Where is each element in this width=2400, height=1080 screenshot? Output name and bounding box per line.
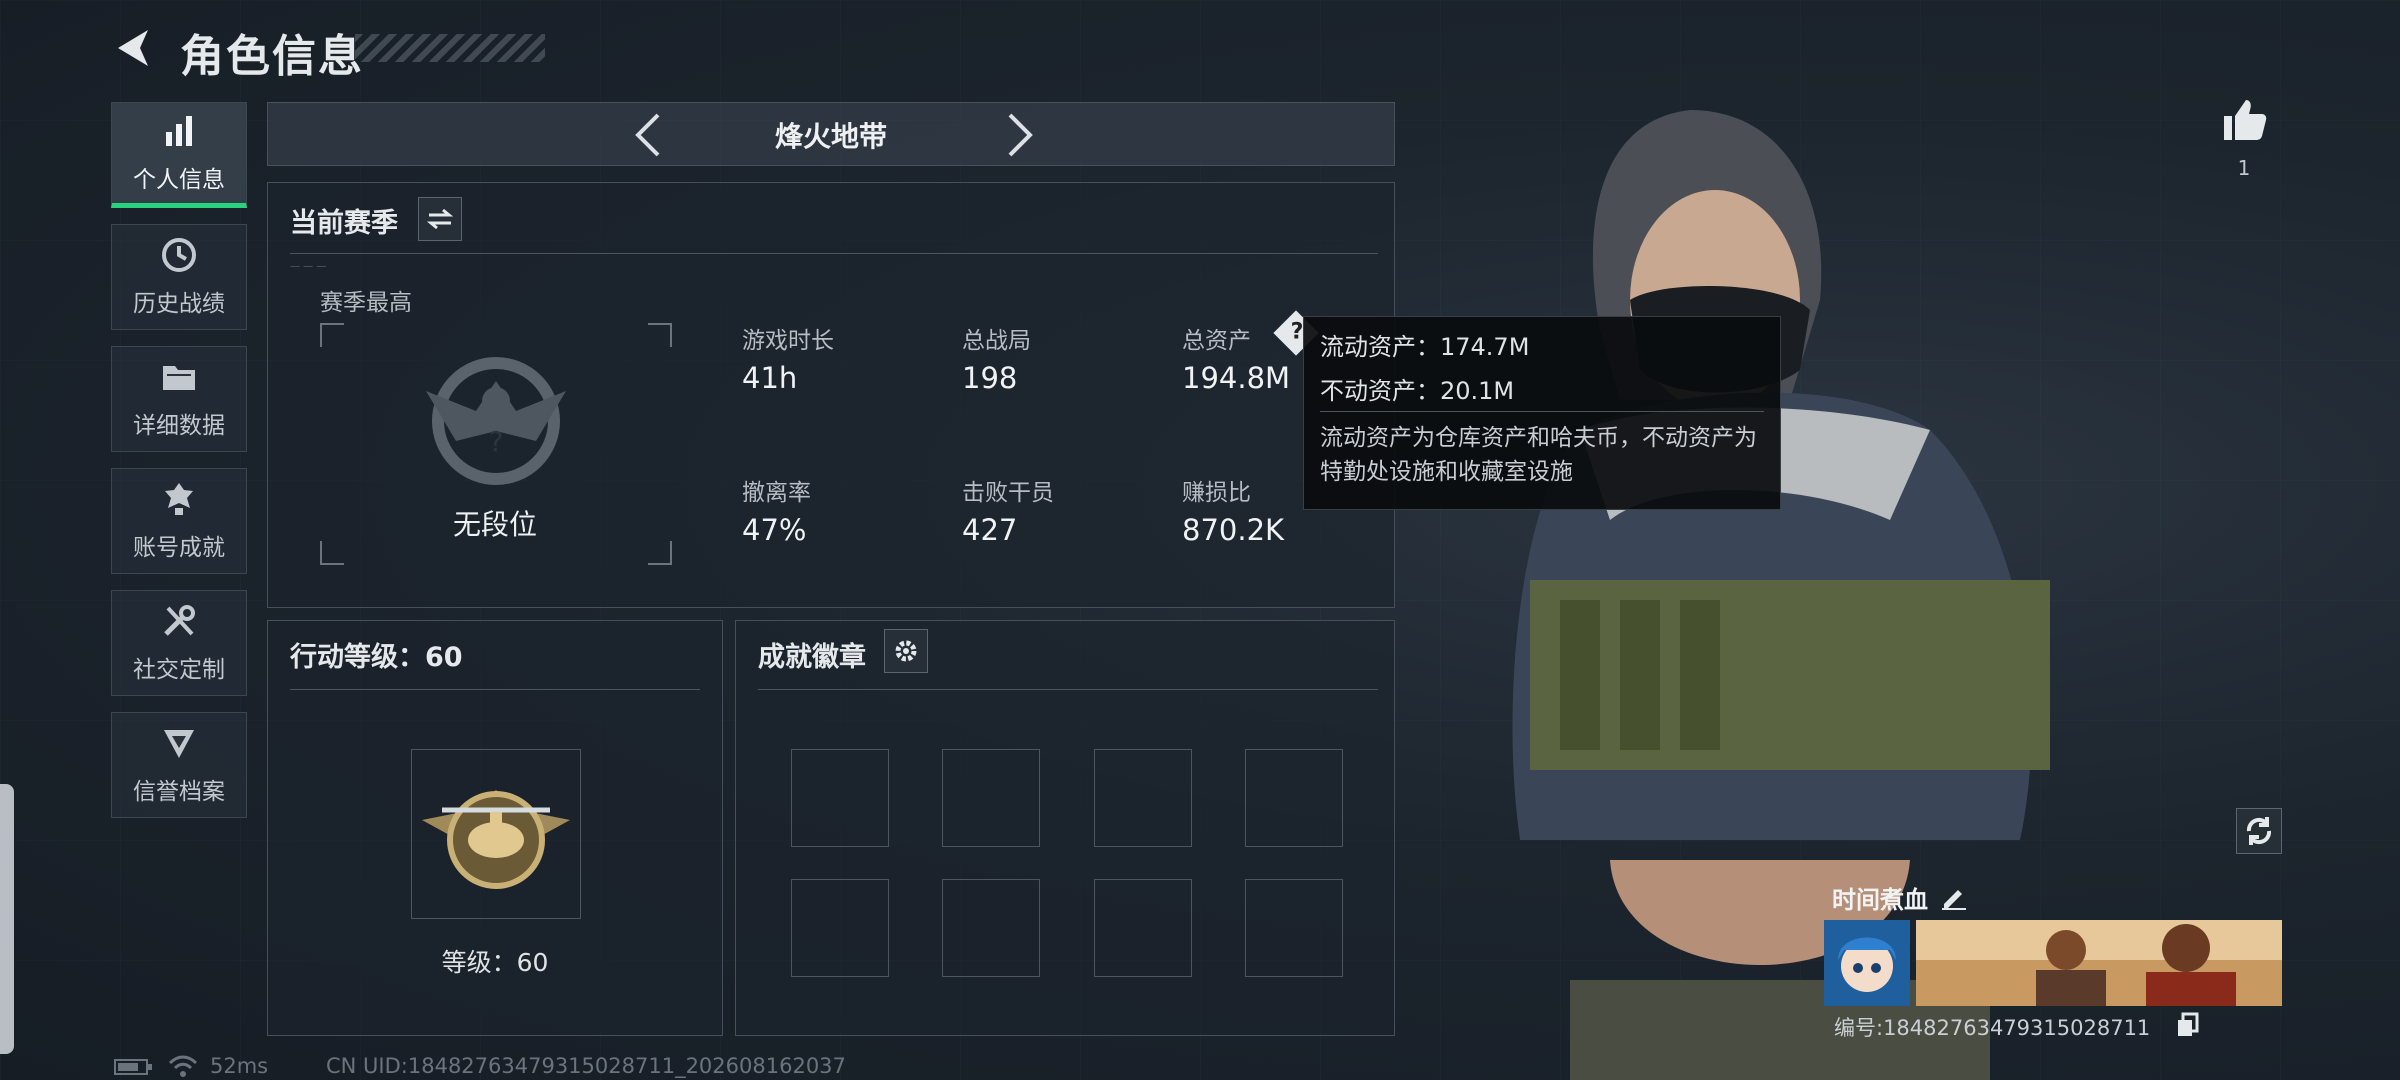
season-title: 当前赛季 (290, 208, 398, 239)
badge-slot[interactable] (791, 879, 889, 977)
stat-label: 总战局 (962, 328, 1031, 354)
badge-slot[interactable] (791, 749, 889, 847)
avatar-image (1824, 920, 1910, 1006)
divider (1320, 411, 1764, 412)
uid-text: CN UID:18482763479315028711_202608162037 (326, 1054, 846, 1078)
season-best-label: 赛季最高 (320, 290, 412, 316)
battery-icon (114, 1059, 152, 1075)
badge-slot[interactable] (1245, 879, 1343, 977)
level-text: 等级：60 (441, 948, 549, 977)
bar-chart-icon (166, 116, 192, 146)
badge-slot[interactable] (1245, 749, 1343, 847)
sidebar-item-label: 历史战绩 (133, 291, 225, 317)
sidebar-item-label: 个人信息 (133, 167, 225, 193)
stat-label: 总资产 (1182, 328, 1251, 354)
stat-value: 870.2K (1182, 513, 1285, 547)
rank-emblem-icon: ? (426, 357, 566, 485)
title-decoration (355, 34, 545, 62)
frame-corner (648, 323, 672, 347)
player-id: 编号:18482763479315028711 (1834, 1016, 2151, 1040)
profile-banner[interactable] (1916, 920, 2282, 1006)
like-count: 1 (2237, 156, 2251, 180)
banner-image (1916, 920, 2282, 1006)
mode-name: 烽火地带 (774, 120, 887, 153)
badge-slot[interactable] (1094, 749, 1192, 847)
sidebar-item-social-custom[interactable]: 社交定制 (111, 590, 247, 696)
stat-label: 游戏时长 (742, 328, 834, 354)
mode-selector: 烽火地带 (267, 102, 1395, 166)
svg-text:?: ? (489, 425, 504, 458)
stat-label: 击败干员 (962, 480, 1054, 506)
divider (290, 689, 700, 690)
sidebar-item-label: 社交定制 (133, 657, 225, 683)
badge-slot[interactable] (942, 879, 1040, 977)
stat-value: 47% (742, 513, 807, 547)
current-season-panel: 当前赛季 — — — 赛季最高 ? 无段位 游戏时长 41h 总战局 198 总… (267, 182, 1395, 608)
tooltip-fixed-assets: 不动资产：20.1M (1320, 377, 1515, 405)
badge-slot[interactable] (942, 749, 1040, 847)
action-level-title: 行动等级：60 (290, 642, 463, 673)
wifi-icon (168, 1055, 198, 1077)
avatar[interactable] (1824, 920, 1910, 1006)
tooltip-liquid-assets: 流动资产：174.7M (1320, 333, 1530, 361)
achievement-icon (165, 483, 193, 515)
ping-value: 52ms (210, 1054, 269, 1078)
stat-value: 41h (742, 361, 798, 395)
folder-icon (163, 366, 195, 390)
sidebar-item-personal-info[interactable]: 个人信息 (111, 102, 247, 208)
swap-icon (427, 208, 453, 230)
sidebar-item-history[interactable]: 历史战绩 (111, 224, 247, 330)
tools-icon (164, 605, 195, 636)
achievement-title: 成就徽章 (758, 642, 866, 673)
refresh-icon (2246, 817, 2272, 845)
stat-label: 赚损比 (1182, 480, 1251, 506)
divider (758, 689, 1378, 690)
back-arrow-icon[interactable] (112, 26, 156, 70)
stat-value: 427 (962, 513, 1018, 547)
divider (290, 253, 1378, 254)
stat-label: 撤离率 (742, 480, 811, 506)
stat-value: 198 (962, 361, 1018, 395)
edit-pencil-icon[interactable] (1940, 882, 1968, 910)
decoration: — — — (290, 261, 327, 272)
badge-slot[interactable] (1094, 879, 1192, 977)
badge-settings-button[interactable] (884, 629, 928, 673)
sidebar-item-achievements[interactable]: 账号成就 (111, 468, 247, 574)
gear-icon (895, 640, 917, 662)
achievement-badges-panel: 成就徽章 (735, 620, 1395, 1036)
frame-corner (320, 323, 344, 347)
sidebar-item-detailed-data[interactable]: 详细数据 (111, 346, 247, 452)
stat-value: 194.8M (1182, 361, 1291, 395)
rank-name: 无段位 (452, 508, 537, 541)
sidebar-item-label: 信誉档案 (133, 779, 225, 805)
credit-badge-icon (164, 730, 194, 758)
history-clock-icon (162, 238, 196, 272)
sidebar-item-label: 账号成就 (133, 535, 225, 561)
copy-icon[interactable] (2176, 1012, 2200, 1038)
like-thumb-icon[interactable] (2220, 96, 2268, 144)
frame-corner (648, 541, 672, 565)
helicopter-badge-icon (422, 790, 570, 889)
refresh-button[interactable] (2236, 808, 2282, 854)
page-title: 角色信息 (180, 31, 364, 82)
side-drawer-handle[interactable] (0, 784, 14, 1054)
tooltip-note: 流动资产为仓库资产和哈夫币，不动资产为特勤处设施和收藏室设施 (1320, 425, 1757, 485)
assets-tooltip: 流动资产：174.7M 不动资产：20.1M 流动资产为仓库资产和哈夫币，不动资… (1303, 316, 1781, 510)
switch-season-button[interactable] (418, 197, 462, 241)
chevron-right-icon[interactable] (996, 111, 1040, 159)
level-badge-frame (411, 749, 581, 919)
action-level-panel: 行动等级：60 等级：60 (267, 620, 723, 1036)
sidebar-item-label: 详细数据 (133, 413, 225, 439)
frame-corner (320, 541, 344, 565)
sidebar-item-credit-profile[interactable]: 信誉档案 (111, 712, 247, 818)
player-nickname: 时间煮血 (1832, 886, 1928, 914)
